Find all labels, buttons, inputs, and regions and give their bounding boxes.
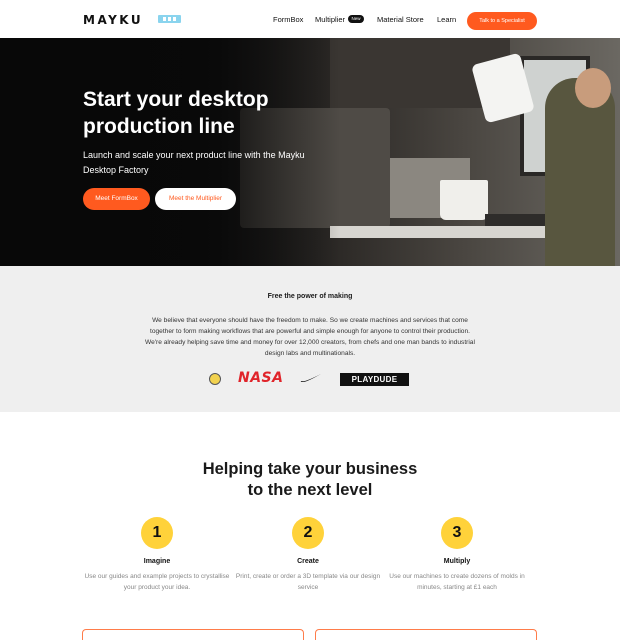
region-flag-icon[interactable] bbox=[158, 15, 181, 23]
nav-material-store[interactable]: Material Store bbox=[377, 15, 424, 24]
step-number: 2 bbox=[292, 517, 324, 549]
meet-formbox-button[interactable]: Meet FormBox bbox=[83, 188, 150, 210]
step-create: 2 Create Print, create or order a 3D tem… bbox=[233, 517, 383, 593]
nav-formbox[interactable]: FormBox bbox=[273, 15, 303, 24]
step-title: Create bbox=[297, 558, 319, 565]
product-card-multiplier[interactable] bbox=[315, 629, 537, 640]
step-title: Multiply bbox=[443, 558, 471, 565]
step-description: Use our guides and example projects to c… bbox=[84, 573, 230, 591]
helping-title: Helping take your business to the next l… bbox=[0, 459, 620, 501]
hero-banner: Start your desktop production line Launc… bbox=[0, 38, 620, 266]
helping-title-line2: to the next level bbox=[247, 481, 373, 499]
step-imagine: 1 Imagine Use our guides and example pro… bbox=[82, 517, 232, 593]
mission-title: Free the power of making bbox=[267, 293, 353, 300]
new-badge: New bbox=[348, 15, 364, 23]
step-multiply: 3 Multiply Use our machines to create do… bbox=[382, 517, 532, 593]
nav-learn[interactable]: Learn bbox=[437, 15, 456, 24]
step-number: 1 bbox=[141, 517, 173, 549]
helping-title-line1: Helping take your business bbox=[202, 460, 418, 478]
step-description: Print, create or order a 3D template via… bbox=[235, 573, 381, 591]
crest-logo-icon bbox=[209, 373, 221, 385]
step-description: Use our machines to create dozens of mol… bbox=[389, 573, 525, 591]
hero-title: Start your desktop production line bbox=[83, 88, 269, 138]
mission-body: We believe that everyone should have the… bbox=[145, 317, 475, 357]
talk-to-specialist-button[interactable]: Talk to a Specialist bbox=[467, 12, 537, 30]
step-number: 3 bbox=[441, 517, 473, 549]
meet-multiplier-button[interactable]: Meet the Multiplier bbox=[155, 188, 236, 210]
nasa-logo: NASA bbox=[238, 370, 284, 386]
step-title: Imagine bbox=[143, 558, 171, 565]
product-card-formbox[interactable] bbox=[82, 629, 304, 640]
site-header: MAYKU FormBox Multiplier New Material St… bbox=[0, 0, 620, 38]
nav-multiplier[interactable]: Multiplier bbox=[315, 15, 345, 24]
customer-logos: NASA PLAYDUDE bbox=[0, 370, 620, 388]
hero-subtitle: Launch and scale your next product line … bbox=[83, 150, 305, 175]
playdude-logo: PLAYDUDE bbox=[340, 373, 409, 386]
mayku-logo[interactable]: MAYKU bbox=[83, 13, 143, 27]
mission-section: Free the power of making We believe that… bbox=[0, 266, 620, 412]
nike-swoosh-icon bbox=[300, 374, 321, 382]
